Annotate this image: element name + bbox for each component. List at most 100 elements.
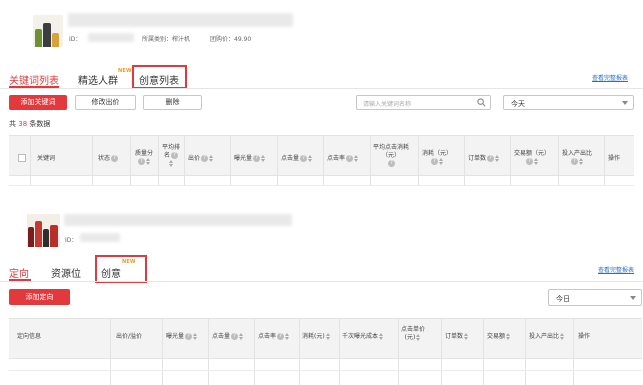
column-divider — [604, 135, 605, 185]
product-price: 团购价：49.90 — [210, 36, 252, 43]
date-range-select[interactable]: 今日 — [548, 289, 642, 306]
col-bid-premium: 出价/溢价 — [116, 333, 143, 340]
column-divider — [464, 135, 465, 185]
select-all-checkbox[interactable] — [18, 154, 26, 162]
help-icon: ? — [201, 155, 209, 162]
col-clicks[interactable]: 点击量? — [281, 155, 313, 163]
column-divider — [130, 135, 131, 185]
help-icon: ? — [571, 158, 578, 165]
column-divider — [158, 135, 159, 185]
help-icon: ? — [388, 160, 395, 167]
view-full-report-link[interactable]: 查看完整报表 — [598, 265, 634, 274]
column-divider — [92, 135, 93, 185]
col-orders[interactable]: 订单数? — [468, 155, 500, 163]
col-roi[interactable]: 投入产出比? — [562, 150, 592, 166]
sort-icon — [146, 158, 151, 165]
column-divider — [573, 318, 574, 385]
tab-ad-slot[interactable]: 资源位 — [51, 265, 81, 280]
col-bid[interactable]: 出价? — [188, 155, 214, 163]
col-impressions[interactable]: 曝光量? — [166, 333, 198, 341]
help-icon: ? — [111, 155, 119, 162]
chevron-down-icon — [622, 100, 628, 105]
sort-icon — [285, 333, 290, 340]
col-impressions[interactable]: 曝光量? — [234, 155, 266, 163]
product-thumbnail — [27, 214, 60, 247]
help-icon: ? — [277, 333, 285, 340]
column-divider — [510, 135, 511, 185]
help-icon: ? — [526, 158, 533, 165]
sort-icon — [416, 334, 421, 341]
tabs-divider — [0, 88, 643, 89]
sort-icon — [464, 333, 469, 340]
column-divider — [110, 318, 111, 385]
help-icon: ? — [300, 155, 308, 162]
table-row — [9, 185, 634, 186]
product-id-label: ID： — [65, 237, 78, 244]
product-id-redacted — [88, 33, 134, 42]
delete-button[interactable]: 删除 — [143, 95, 202, 110]
col-orders[interactable]: 订单数 — [445, 333, 469, 341]
col-avg-rank[interactable]: 平均排名? — [162, 144, 180, 168]
col-status[interactable]: 状态? — [98, 155, 119, 163]
tab-keyword-list[interactable]: 关键词列表 — [9, 72, 59, 87]
column-divider — [30, 135, 31, 185]
table-row — [9, 370, 642, 371]
col-operations: 操作 — [578, 333, 591, 340]
tab-targeting[interactable]: 定向 — [9, 265, 29, 280]
keyword-search-input[interactable]: 请输入关键词名称 — [356, 95, 491, 110]
col-gmv[interactable]: 交易额（元）? — [514, 150, 550, 166]
col-gmv[interactable]: 交易额 — [487, 333, 511, 341]
col-cpc[interactable]: 点击单价 (元) — [401, 326, 425, 342]
sort-icon — [579, 158, 584, 165]
highlight-box — [95, 255, 147, 283]
col-spend[interactable]: 消耗（元）? — [422, 150, 452, 166]
date-range-value: 今日 — [556, 295, 570, 303]
col-avg-cpc[interactable]: 平均点击消耗 （元）? — [373, 144, 409, 168]
sort-icon — [325, 333, 331, 340]
column-divider — [162, 318, 163, 385]
help-icon: ? — [185, 333, 193, 340]
col-quality-score[interactable]: 质量分? — [135, 150, 153, 166]
tab-selected-audience[interactable]: 精选人群 — [78, 72, 118, 87]
view-full-report-link[interactable]: 查看完整报表 — [592, 73, 628, 82]
search-placeholder: 请输入关键词名称 — [363, 101, 412, 108]
column-divider — [277, 135, 278, 185]
new-badge: NEW — [118, 68, 132, 74]
column-divider — [558, 135, 559, 185]
col-ctr[interactable]: 点击率? — [258, 333, 290, 341]
col-clicks[interactable]: 点击量? — [212, 333, 244, 341]
product-title-redacted — [64, 214, 292, 226]
col-roi[interactable]: 投入产出比 — [529, 333, 565, 341]
sort-icon — [560, 333, 565, 340]
search-icon[interactable] — [477, 98, 486, 107]
column-divider — [230, 135, 231, 185]
sort-icon — [379, 333, 384, 340]
help-icon: ? — [253, 155, 261, 162]
sort-icon — [495, 155, 500, 162]
sort-icon — [354, 155, 359, 162]
help-icon: ? — [431, 158, 438, 165]
column-divider — [254, 318, 255, 385]
col-ctr[interactable]: 点击率? — [327, 155, 359, 163]
help-icon: ? — [138, 158, 145, 165]
date-range-select[interactable]: 今天 — [503, 95, 634, 110]
col-spend[interactable]: 消耗(元) — [302, 333, 331, 341]
help-icon: ? — [346, 155, 354, 162]
add-targeting-button[interactable]: 添加定向 — [9, 289, 70, 305]
col-operations: 操作 — [608, 155, 621, 162]
sort-icon — [534, 158, 539, 165]
modify-bid-button[interactable]: 修改出价 — [75, 95, 136, 110]
sort-icon — [239, 333, 244, 340]
sort-icon — [209, 155, 214, 162]
add-keyword-button[interactable]: 添加关键词 — [9, 95, 67, 110]
help-icon: ? — [487, 155, 495, 162]
help-icon: ? — [171, 152, 179, 159]
product-id-redacted — [80, 233, 120, 242]
column-divider — [208, 318, 209, 385]
sort-icon — [439, 158, 444, 165]
col-cpm[interactable]: 千次曝光成本 — [342, 333, 384, 341]
help-icon: ? — [231, 333, 239, 340]
column-divider — [398, 318, 399, 385]
sort-icon — [506, 333, 511, 340]
date-range-value: 今天 — [511, 100, 525, 108]
